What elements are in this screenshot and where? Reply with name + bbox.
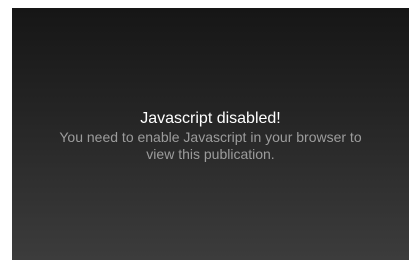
notice-title: Javascript disabled! xyxy=(140,110,281,127)
javascript-disabled-notice: Javascript disabled! You need to enable … xyxy=(12,109,409,163)
notice-message-line-1: You need to enable Javascript in your br… xyxy=(59,129,362,145)
publication-viewer-panel: Javascript disabled! You need to enable … xyxy=(12,8,409,260)
notice-message-line-2: view this publication. xyxy=(146,146,275,162)
